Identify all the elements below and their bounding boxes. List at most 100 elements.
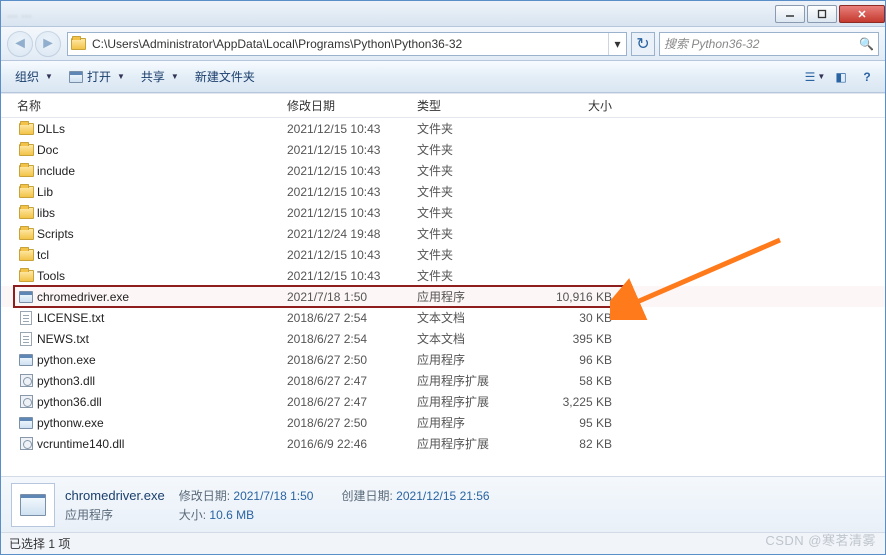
minimize-button[interactable] — [775, 5, 805, 23]
organize-button[interactable]: 组织▼ — [7, 65, 61, 88]
file-type: 应用程序 — [417, 351, 532, 368]
preview-pane-button[interactable]: ◧ — [829, 66, 853, 88]
dll-icon — [17, 374, 35, 387]
file-row[interactable]: Scripts2021/12/24 19:48文件夹 — [1, 223, 885, 244]
details-created-value: 2021/12/15 21:56 — [396, 489, 489, 503]
exe-icon — [20, 494, 46, 516]
titlebar: … … — [1, 1, 885, 27]
file-row[interactable]: python36.dll2018/6/27 2:47应用程序扩展3,225 KB — [1, 391, 885, 412]
file-row[interactable]: vcruntime140.dll2016/6/9 22:46应用程序扩展82 K… — [1, 433, 885, 454]
search-input[interactable]: 搜索 Python36-32 🔍 — [659, 32, 879, 56]
file-name: python.exe — [35, 353, 287, 367]
exe-icon — [17, 417, 35, 429]
file-date: 2018/6/27 2:54 — [287, 311, 417, 325]
file-date: 2021/12/24 19:48 — [287, 227, 417, 241]
folder-icon — [17, 123, 35, 135]
file-date: 2021/12/15 10:43 — [287, 143, 417, 157]
file-row[interactable]: Doc2021/12/15 10:43文件夹 — [1, 139, 885, 160]
col-date[interactable]: 修改日期 — [287, 97, 417, 114]
close-button[interactable] — [839, 5, 885, 23]
file-rows: DLLs2021/12/15 10:43文件夹Doc2021/12/15 10:… — [1, 118, 885, 476]
nav-row: ◄ ► C:\Users\Administrator\AppData\Local… — [1, 27, 885, 61]
file-date: 2021/12/15 10:43 — [287, 185, 417, 199]
file-list: 名称 修改日期 类型 大小 DLLs2021/12/15 10:43文件夹Doc… — [1, 93, 885, 476]
file-size: 58 KB — [532, 374, 612, 388]
file-size: 395 KB — [532, 332, 612, 346]
txt-icon — [17, 332, 35, 346]
folder-icon — [68, 38, 88, 50]
maximize-button[interactable] — [807, 5, 837, 23]
file-date: 2021/12/15 10:43 — [287, 269, 417, 283]
new-folder-button[interactable]: 新建文件夹 — [187, 65, 263, 88]
file-row[interactable]: python3.dll2018/6/27 2:47应用程序扩展58 KB — [1, 370, 885, 391]
file-name: python36.dll — [35, 395, 287, 409]
file-row[interactable]: libs2021/12/15 10:43文件夹 — [1, 202, 885, 223]
col-name[interactable]: 名称 — [17, 97, 287, 114]
file-row[interactable]: pythonw.exe2018/6/27 2:50应用程序95 KB — [1, 412, 885, 433]
file-row[interactable]: python.exe2018/6/27 2:50应用程序96 KB — [1, 349, 885, 370]
file-date: 2021/12/15 10:43 — [287, 122, 417, 136]
file-name: Lib — [35, 185, 287, 199]
col-type[interactable]: 类型 — [417, 97, 532, 114]
file-type: 文件夹 — [417, 120, 532, 137]
file-date: 2018/6/27 2:50 — [287, 353, 417, 367]
nav-arrows: ◄ ► — [7, 31, 63, 57]
details-mod-label: 修改日期: — [179, 489, 230, 503]
refresh-button[interactable]: ↻ — [631, 32, 655, 56]
file-row[interactable]: LICENSE.txt2018/6/27 2:54文本文档30 KB — [1, 307, 885, 328]
exe-icon — [17, 291, 35, 303]
col-size[interactable]: 大小 — [532, 97, 612, 114]
titlebar-tabs: … … — [7, 8, 773, 20]
column-headers[interactable]: 名称 修改日期 类型 大小 — [1, 94, 885, 118]
file-row[interactable]: Lib2021/12/15 10:43文件夹 — [1, 181, 885, 202]
dll-icon — [17, 437, 35, 450]
folder-icon — [17, 186, 35, 198]
dll-icon — [17, 395, 35, 408]
file-type: 文件夹 — [417, 246, 532, 263]
status-bar: 已选择 1 项 — [1, 532, 885, 554]
file-date: 2018/6/27 2:50 — [287, 416, 417, 430]
file-row[interactable]: tcl2021/12/15 10:43文件夹 — [1, 244, 885, 265]
file-date: 2018/6/27 2:47 — [287, 395, 417, 409]
file-date: 2018/6/27 2:47 — [287, 374, 417, 388]
file-row[interactable]: Tools2021/12/15 10:43文件夹 — [1, 265, 885, 286]
help-button[interactable]: ? — [855, 66, 879, 88]
details-thumbnail — [11, 483, 55, 527]
share-button[interactable]: 共享▼ — [133, 65, 187, 88]
file-name: tcl — [35, 248, 287, 262]
open-button[interactable]: 打开▼ — [61, 65, 133, 88]
folder-icon — [17, 207, 35, 219]
view-options-button[interactable]: ☰▼ — [803, 66, 827, 88]
details-size-label: 大小: — [179, 508, 206, 522]
folder-icon — [17, 144, 35, 156]
file-name: DLLs — [35, 122, 287, 136]
details-pane: chromedriver.exe 修改日期: 2021/7/18 1:50 创建… — [1, 476, 885, 532]
details-filename: chromedriver.exe — [65, 488, 165, 503]
file-row[interactable]: DLLs2021/12/15 10:43文件夹 — [1, 118, 885, 139]
folder-icon — [17, 165, 35, 177]
file-row[interactable]: include2021/12/15 10:43文件夹 — [1, 160, 885, 181]
search-placeholder: 搜索 Python36-32 — [664, 35, 759, 52]
file-type: 文本文档 — [417, 309, 532, 326]
file-name: vcruntime140.dll — [35, 437, 287, 451]
file-type: 文件夹 — [417, 204, 532, 221]
file-row[interactable]: NEWS.txt2018/6/27 2:54文本文档395 KB — [1, 328, 885, 349]
nav-forward-button[interactable]: ► — [35, 31, 61, 57]
folder-icon — [17, 228, 35, 240]
file-type: 文件夹 — [417, 141, 532, 158]
address-bar[interactable]: C:\Users\Administrator\AppData\Local\Pro… — [67, 32, 627, 56]
address-path: C:\Users\Administrator\AppData\Local\Pro… — [88, 37, 466, 51]
file-date: 2021/12/15 10:43 — [287, 206, 417, 220]
file-type: 文件夹 — [417, 225, 532, 242]
nav-back-button[interactable]: ◄ — [7, 31, 33, 57]
file-date: 2021/7/18 1:50 — [287, 290, 417, 304]
file-type: 文件夹 — [417, 267, 532, 284]
file-name: NEWS.txt — [35, 332, 287, 346]
address-dropdown-button[interactable]: ▾ — [608, 33, 626, 55]
file-name: include — [35, 164, 287, 178]
toolbar: 组织▼ 打开▼ 共享▼ 新建文件夹 ☰▼ ◧ ? — [1, 61, 885, 93]
file-size: 95 KB — [532, 416, 612, 430]
file-date: 2018/6/27 2:54 — [287, 332, 417, 346]
file-row[interactable]: chromedriver.exe2021/7/18 1:50应用程序10,916… — [1, 286, 885, 307]
file-name: python3.dll — [35, 374, 287, 388]
